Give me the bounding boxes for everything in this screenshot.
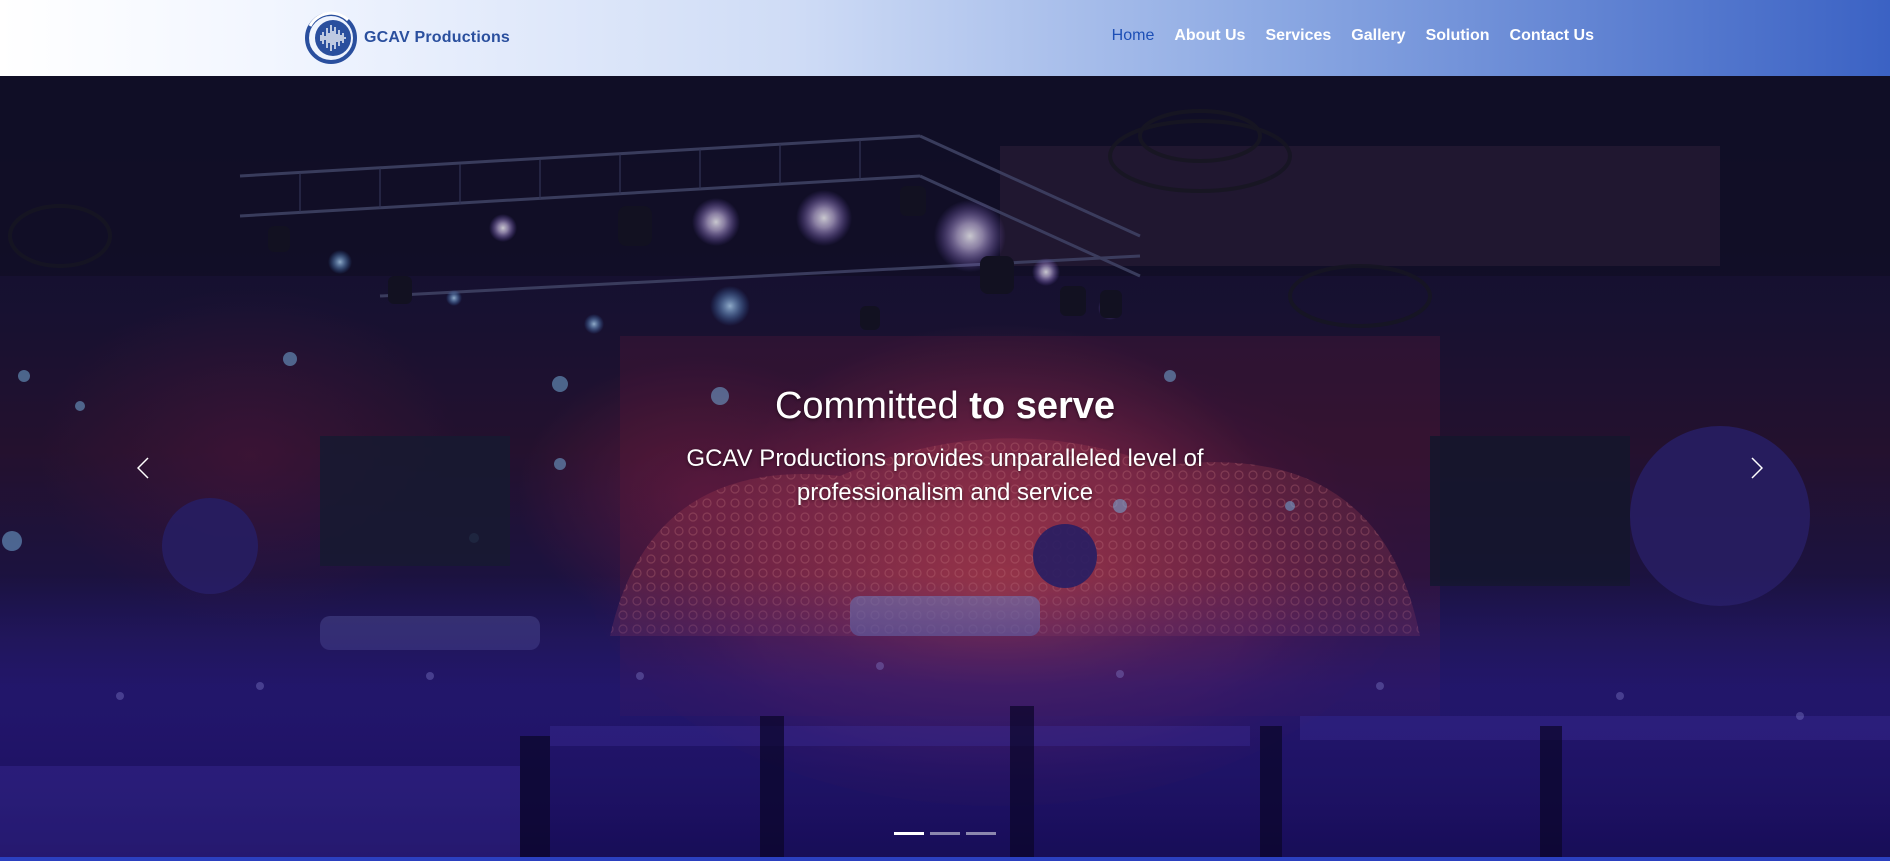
hero-subtitle: GCAV Productions provides unparalleled l… [686,445,1204,506]
site-header: GCAV Productions Home About Us Services … [0,0,1890,76]
nav-contact-us[interactable]: Contact Us [1510,27,1594,45]
hero-caption: Committed to serve GCAV Productions prov… [0,384,1890,510]
carousel-indicators [0,832,1890,835]
carousel-indicator-2[interactable] [930,832,960,835]
carousel-indicator-1[interactable] [894,832,924,835]
brand-logo[interactable]: GCAV Productions [304,10,510,66]
carousel-next-button[interactable] [1742,448,1772,488]
hero-title-part1: Committed [774,385,970,427]
chevron-right-icon [1751,457,1763,479]
hero-title-part2: to serve [969,385,1116,427]
carousel-prev-button[interactable] [128,448,158,488]
hero-carousel: Committed to serve GCAV Productions prov… [0,76,1890,857]
nav-services[interactable]: Services [1265,27,1331,45]
chevron-left-icon [137,457,149,479]
hero-title: Committed to serve [0,384,1890,428]
nav-about-us[interactable]: About Us [1174,27,1245,45]
nav-home[interactable]: Home [1112,27,1155,45]
brand-name: GCAV Productions [364,29,511,46]
carousel-indicator-3[interactable] [966,832,996,835]
page: GCAV Productions Home About Us Services … [0,0,1890,861]
nav-solution[interactable]: Solution [1426,27,1490,45]
equalizer-circle-logo-icon [305,11,357,64]
nav-gallery[interactable]: Gallery [1351,27,1405,45]
main-nav: Home About Us Services Gallery Solution … [1092,27,1594,45]
footer-accent-bar [0,857,1890,861]
